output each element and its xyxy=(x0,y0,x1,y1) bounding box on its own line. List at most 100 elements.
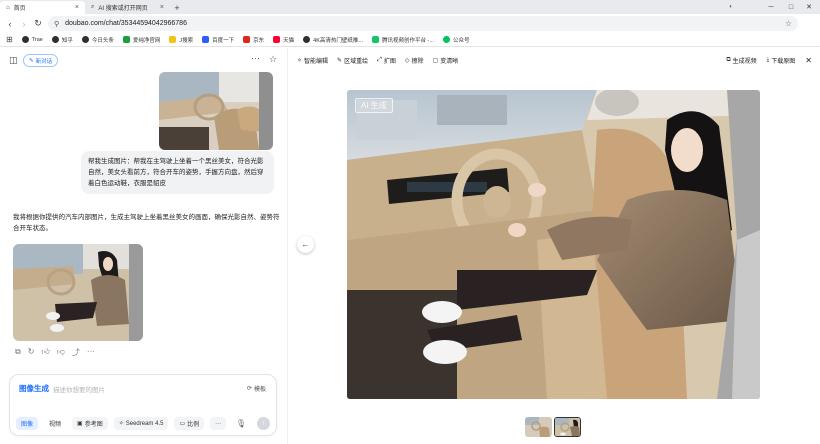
apps-grid-icon[interactable]: ⊞ xyxy=(6,35,13,44)
bookmarks-bar: ⊞ Trae 知乎 今日头条 爱纯净官网 J搜索 百度一下 京东 天猫 4K高清… xyxy=(0,33,820,47)
bookmark-item[interactable]: Trae xyxy=(21,36,43,43)
reload-button[interactable]: ↻ xyxy=(31,17,45,31)
enhance-button[interactable]: ▢ 变清晰 xyxy=(433,56,459,65)
thumbs-down-icon[interactable]: 👎︎ xyxy=(57,347,65,358)
uploaded-car-interior-image[interactable] xyxy=(159,72,273,150)
bookmark-item[interactable]: 4K高清热门壁纸推... xyxy=(303,36,363,44)
video-mode-chip[interactable]: 视频 xyxy=(44,417,66,430)
new-chat-label: 新对话 xyxy=(35,58,53,65)
chip-label: 视频 xyxy=(49,422,62,428)
bookmark-label: 京东 xyxy=(253,37,265,44)
bookmark-label: 爱纯净官网 xyxy=(132,37,161,44)
close-preview-icon[interactable]: ✕ xyxy=(805,56,812,65)
template-button[interactable]: ⟳ 模板 xyxy=(247,384,266,393)
generated-image-thumbnail[interactable] xyxy=(13,244,143,341)
tool-label: 区域重绘 xyxy=(344,58,369,65)
more-actions-icon[interactable]: ··· xyxy=(87,347,95,358)
home-icon: ⌂ xyxy=(6,4,10,11)
expand-image-button[interactable]: ⤢ 扩图 xyxy=(377,56,396,65)
bookmark-item[interactable]: 爱纯净官网 xyxy=(122,36,161,44)
assistant-reply-text: 我将根据你提供的汽车内部图片，生成主驾驶上坐着黑丝美女的画面，确保光影自然、姿势… xyxy=(13,214,280,232)
image-mode-chip[interactable]: 图像 xyxy=(16,417,39,430)
share-icon[interactable]: ⤴ xyxy=(72,347,80,358)
more-tools-button[interactable]: ··· xyxy=(210,417,227,430)
back-button[interactable]: ‹ xyxy=(3,17,17,31)
bookmark-item[interactable]: 腾讯视频创作平台 -... xyxy=(371,36,434,44)
favicon-icon xyxy=(169,36,177,43)
bookmark-label: 天猫 xyxy=(283,37,295,44)
close-window-button[interactable]: ✕ xyxy=(800,0,818,14)
preview-toolbar: ✧ 智能编辑 ✎ 区域重绘 ⤢ 扩图 ◇ 擦除 ▢ 变清晰 ⧉ 生成视频 ⤓ 下载原图 ✕ xyxy=(289,48,820,72)
new-chat-button[interactable]: ✎ 新对话 xyxy=(23,54,59,67)
send-button[interactable]: ↑ xyxy=(257,417,270,430)
bookmark-item[interactable]: 公众号 xyxy=(442,36,469,44)
chip-label: Seedream 4.5 xyxy=(125,420,164,427)
minimize-button[interactable]: ─ xyxy=(762,0,780,14)
forward-button[interactable]: › xyxy=(17,17,31,31)
bookmark-star-icon[interactable]: ☆ xyxy=(785,19,792,28)
previous-image-button[interactable]: ← xyxy=(297,236,314,253)
favicon-icon xyxy=(303,36,311,43)
reference-image-button[interactable]: ▣ 参考图 xyxy=(72,417,108,430)
image-preview-panel: ✧ 智能编辑 ✎ 区域重绘 ⤢ 扩图 ◇ 擦除 ▢ 变清晰 ⧉ 生成视频 ⤓ 下载原图 ✕ ← xyxy=(289,48,820,444)
sidebar-toggle-icon[interactable]: ◫ xyxy=(9,55,18,66)
erase-button[interactable]: ◇ 擦除 xyxy=(405,56,424,65)
generated-image-large[interactable]: AI 生成 xyxy=(347,90,760,399)
more-icon[interactable]: ··· xyxy=(251,53,260,63)
address-bar-row: ‹ › ↻ ⚲ doubao.com/chat/3534459404296678… xyxy=(0,14,820,33)
url-field[interactable]: ⚲ doubao.com/chat/35344594042966786 ☆ xyxy=(48,16,798,31)
prompt-input[interactable]: 描述你想要的图片 xyxy=(53,384,105,394)
regenerate-icon[interactable]: ↻ xyxy=(28,347,35,358)
aspect-ratio-button[interactable]: ▭ 比例 xyxy=(174,417,205,430)
bookmark-item[interactable]: 天猫 xyxy=(273,36,294,44)
close-tab-icon[interactable]: × xyxy=(75,4,79,11)
tool-label: 生成视频 xyxy=(732,58,757,65)
new-tab-button[interactable]: + xyxy=(170,1,184,14)
thumbnail-original[interactable] xyxy=(525,417,552,437)
woman-driving-car-illustration xyxy=(347,90,760,399)
close-tab-icon[interactable]: × xyxy=(160,4,164,11)
thumbnail-generated[interactable] xyxy=(554,417,581,437)
bookmark-label: Trae xyxy=(31,36,43,43)
bookmark-item[interactable]: 百度一下 xyxy=(202,36,234,44)
brush-icon: ✎ xyxy=(337,57,343,64)
arrow-left-icon: ← xyxy=(301,240,310,249)
mode-label[interactable]: 图像生成 xyxy=(19,383,49,394)
download-icon: ⤓ xyxy=(766,56,770,63)
favicon-icon xyxy=(122,36,130,43)
thumbs-up-icon[interactable]: 👍︎ xyxy=(41,347,49,358)
user-message-bubble: 帮我生成图片：帮我在主驾驶上坐着一个黑丝美女，符合光影自然，美女头看前方，符合开… xyxy=(81,151,274,194)
generate-video-button[interactable]: ⧉ 生成视频 xyxy=(726,56,756,65)
bookmark-label: 4K高清热门壁纸推... xyxy=(313,37,363,44)
user-message-text: 帮我生成图片：帮我在主驾驶上坐着一个黑丝美女，符合光影自然，美女头看前方，符合开… xyxy=(88,158,264,187)
bookmark-label: 百度一下 xyxy=(212,37,235,44)
smart-edit-button[interactable]: ✧ 智能编辑 xyxy=(297,56,328,65)
chip-label: 比例 xyxy=(187,422,200,428)
chip-label: 图像 xyxy=(21,422,34,428)
bookmark-item[interactable]: 知乎 xyxy=(51,36,73,44)
maximize-button[interactable]: □ xyxy=(782,0,800,14)
thumbnail-car-interior xyxy=(525,417,552,437)
tool-label: 下载原图 xyxy=(771,58,796,65)
ai-generated-watermark: AI 生成 xyxy=(355,98,393,113)
bookmark-label: 今日头条 xyxy=(91,37,114,44)
composer-tools: 图像 视频 ▣ 参考图 ✧ Seedream 4.5 ▭ 比例 ··· xyxy=(16,417,227,430)
tab-title: AI 搜索或打开网页 xyxy=(98,6,148,12)
bookmark-item[interactable]: J搜索 xyxy=(169,36,193,44)
tab-title: 首页 xyxy=(13,6,26,12)
site-info-icon[interactable]: ⚲ xyxy=(54,20,59,28)
region-redraw-button[interactable]: ✎ 区域重绘 xyxy=(337,56,368,65)
bookmark-item[interactable]: 京东 xyxy=(243,36,264,44)
model-select-button[interactable]: ✧ Seedream 4.5 xyxy=(113,417,169,430)
profile-icon[interactable]: ◐ xyxy=(722,0,740,14)
tab-ai-search[interactable]: ⌕ AI 搜索或打开网页 × xyxy=(85,1,170,14)
download-original-button[interactable]: ⤓ 下载原图 xyxy=(767,56,796,65)
tab-home[interactable]: ⌂ 首页 × xyxy=(0,1,85,14)
bookmark-item[interactable]: 今日头条 xyxy=(81,36,114,44)
expand-icon: ⤢ xyxy=(377,56,382,63)
favicon-icon xyxy=(21,36,29,43)
favicon-icon xyxy=(81,36,89,43)
microphone-icon[interactable]: 🎙︎ xyxy=(236,419,246,428)
copy-icon[interactable]: ⧉ xyxy=(15,347,21,358)
star-icon[interactable]: ☆ xyxy=(269,54,277,65)
